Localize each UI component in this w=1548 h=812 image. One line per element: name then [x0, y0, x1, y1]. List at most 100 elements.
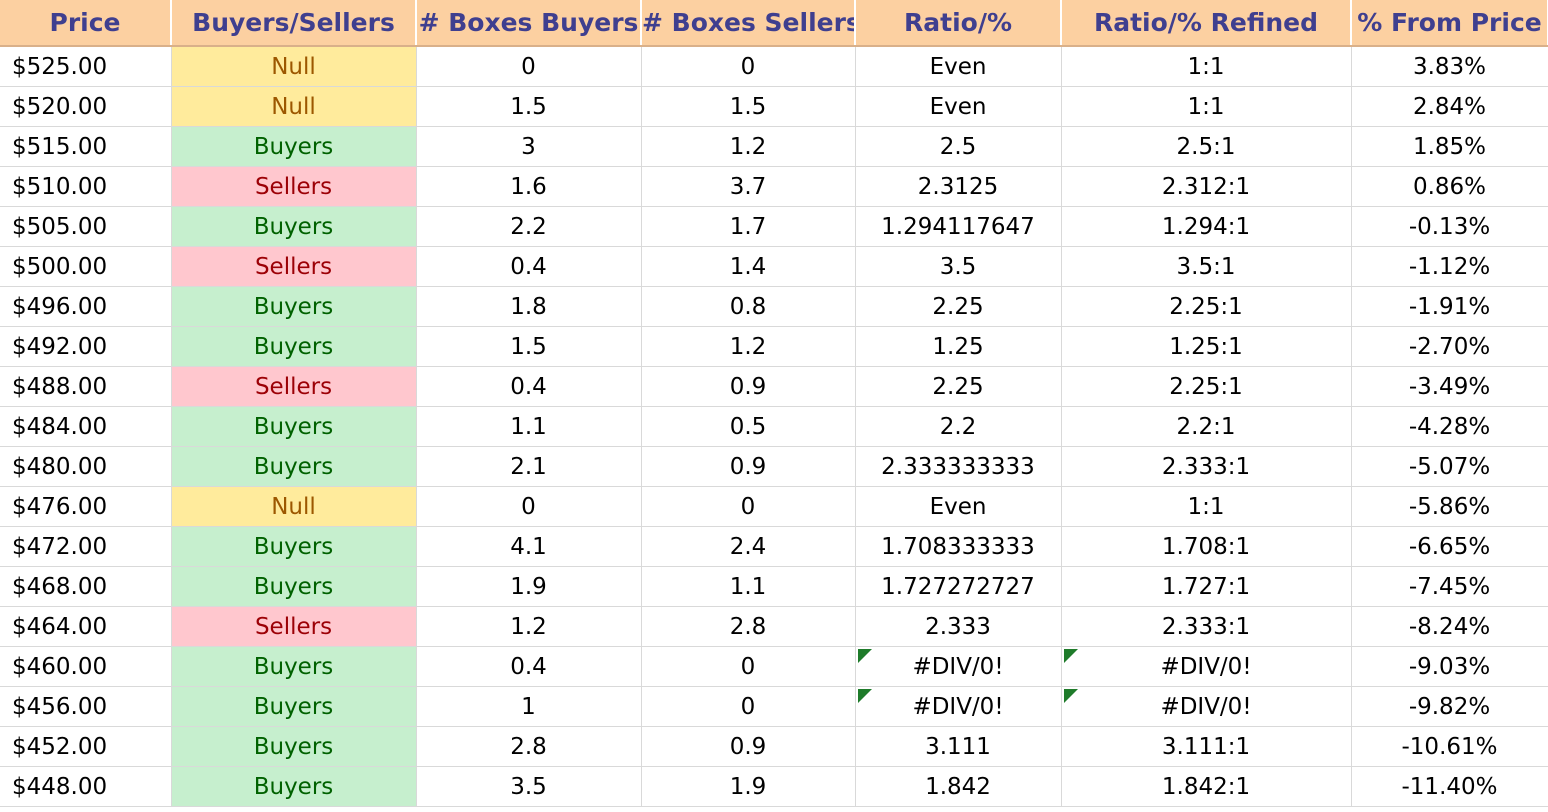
cell-buyers-sellers[interactable]: Buyers [171, 286, 417, 327]
cell-boxes-sellers[interactable]: 0.8 [641, 286, 856, 327]
cell-price[interactable]: $484.00 [0, 406, 172, 447]
cell-buyers-sellers[interactable]: Buyers [171, 326, 417, 367]
cell-price[interactable]: $468.00 [0, 566, 172, 607]
cell-boxes-sellers[interactable]: 0 [641, 486, 856, 527]
cell-ratio[interactable]: 1.842 [855, 766, 1062, 807]
cell-price[interactable]: $460.00 [0, 646, 172, 687]
cell-boxes-sellers[interactable]: 0.5 [641, 406, 856, 447]
header-ratio-refined[interactable]: Ratio/% Refined [1061, 0, 1352, 47]
cell-ratio-refined[interactable]: 2.2:1 [1061, 406, 1352, 447]
cell-ratio-refined[interactable]: 1:1 [1061, 46, 1352, 87]
header-from-price[interactable]: % From Price [1351, 0, 1548, 47]
cell-from-price[interactable]: -4.28% [1351, 406, 1548, 447]
cell-buyers-sellers[interactable]: Null [171, 486, 417, 527]
cell-from-price[interactable]: 2.84% [1351, 86, 1548, 127]
cell-ratio-refined[interactable]: #DIV/0! [1061, 686, 1352, 727]
cell-boxes-buyers[interactable]: 0.4 [416, 246, 642, 287]
cell-ratio[interactable]: 2.25 [855, 366, 1062, 407]
cell-boxes-sellers[interactable]: 0 [641, 46, 856, 87]
cell-ratio[interactable]: 1.727272727 [855, 566, 1062, 607]
cell-boxes-sellers[interactable]: 0.9 [641, 446, 856, 487]
cell-from-price[interactable]: 1.85% [1351, 126, 1548, 167]
cell-ratio-refined[interactable]: 2.333:1 [1061, 446, 1352, 487]
cell-price[interactable]: $476.00 [0, 486, 172, 527]
cell-ratio-refined[interactable]: 2.312:1 [1061, 166, 1352, 207]
cell-buyers-sellers[interactable]: Sellers [171, 606, 417, 647]
cell-ratio-refined[interactable]: 3.111:1 [1061, 726, 1352, 767]
cell-boxes-buyers[interactable]: 0.4 [416, 646, 642, 687]
cell-boxes-buyers[interactable]: 1 [416, 686, 642, 727]
cell-boxes-buyers[interactable]: 1.6 [416, 166, 642, 207]
cell-boxes-buyers[interactable]: 1.5 [416, 326, 642, 367]
cell-ratio-refined[interactable]: 2.5:1 [1061, 126, 1352, 167]
cell-price[interactable]: $515.00 [0, 126, 172, 167]
cell-ratio-refined[interactable]: 1.727:1 [1061, 566, 1352, 607]
cell-price[interactable]: $472.00 [0, 526, 172, 567]
cell-buyers-sellers[interactable]: Buyers [171, 766, 417, 807]
cell-ratio[interactable]: Even [855, 486, 1062, 527]
header-buyers-sellers[interactable]: Buyers/Sellers [171, 0, 417, 47]
cell-boxes-buyers[interactable]: 1.2 [416, 606, 642, 647]
cell-buyers-sellers[interactable]: Null [171, 86, 417, 127]
cell-from-price[interactable]: -3.49% [1351, 366, 1548, 407]
cell-buyers-sellers[interactable]: Sellers [171, 366, 417, 407]
cell-boxes-sellers[interactable]: 1.5 [641, 86, 856, 127]
cell-boxes-buyers[interactable]: 4.1 [416, 526, 642, 567]
cell-from-price[interactable]: -5.86% [1351, 486, 1548, 527]
cell-ratio[interactable]: Even [855, 86, 1062, 127]
cell-boxes-sellers[interactable]: 0 [641, 686, 856, 727]
cell-buyers-sellers[interactable]: Buyers [171, 686, 417, 727]
cell-from-price[interactable]: -11.40% [1351, 766, 1548, 807]
cell-price[interactable]: $480.00 [0, 446, 172, 487]
cell-price[interactable]: $492.00 [0, 326, 172, 367]
cell-buyers-sellers[interactable]: Sellers [171, 246, 417, 287]
cell-price[interactable]: $488.00 [0, 366, 172, 407]
cell-price[interactable]: $496.00 [0, 286, 172, 327]
cell-ratio[interactable]: Even [855, 46, 1062, 87]
cell-price[interactable]: $500.00 [0, 246, 172, 287]
cell-ratio[interactable]: 2.5 [855, 126, 1062, 167]
cell-ratio[interactable]: 2.3125 [855, 166, 1062, 207]
cell-boxes-sellers[interactable]: 1.4 [641, 246, 856, 287]
cell-boxes-sellers[interactable]: 1.7 [641, 206, 856, 247]
cell-buyers-sellers[interactable]: Buyers [171, 406, 417, 447]
cell-from-price[interactable]: -0.13% [1351, 206, 1548, 247]
cell-boxes-sellers[interactable]: 1.2 [641, 326, 856, 367]
cell-boxes-buyers[interactable]: 2.2 [416, 206, 642, 247]
cell-boxes-buyers[interactable]: 2.1 [416, 446, 642, 487]
cell-ratio[interactable]: 1.25 [855, 326, 1062, 367]
cell-buyers-sellers[interactable]: Buyers [171, 726, 417, 767]
cell-ratio[interactable]: 2.25 [855, 286, 1062, 327]
cell-from-price[interactable]: -6.65% [1351, 526, 1548, 567]
cell-buyers-sellers[interactable]: Buyers [171, 646, 417, 687]
cell-price[interactable]: $464.00 [0, 606, 172, 647]
cell-buyers-sellers[interactable]: Buyers [171, 206, 417, 247]
cell-boxes-sellers[interactable]: 0 [641, 646, 856, 687]
cell-ratio-refined[interactable]: 2.25:1 [1061, 286, 1352, 327]
cell-price[interactable]: $510.00 [0, 166, 172, 207]
cell-boxes-sellers[interactable]: 0.9 [641, 366, 856, 407]
cell-ratio[interactable]: 3.111 [855, 726, 1062, 767]
cell-boxes-sellers[interactable]: 3.7 [641, 166, 856, 207]
cell-ratio-refined[interactable]: #DIV/0! [1061, 646, 1352, 687]
cell-ratio-refined[interactable]: 3.5:1 [1061, 246, 1352, 287]
cell-from-price[interactable]: -10.61% [1351, 726, 1548, 767]
cell-buyers-sellers[interactable]: Buyers [171, 526, 417, 567]
cell-ratio[interactable]: 2.333 [855, 606, 1062, 647]
cell-boxes-buyers[interactable]: 1.1 [416, 406, 642, 447]
header-ratio[interactable]: Ratio/% [855, 0, 1062, 47]
cell-ratio[interactable]: 2.2 [855, 406, 1062, 447]
cell-price[interactable]: $448.00 [0, 766, 172, 807]
cell-from-price[interactable]: -1.12% [1351, 246, 1548, 287]
cell-ratio-refined[interactable]: 1:1 [1061, 86, 1352, 127]
cell-ratio-refined[interactable]: 1.294:1 [1061, 206, 1352, 247]
cell-ratio-refined[interactable]: 2.333:1 [1061, 606, 1352, 647]
cell-boxes-buyers[interactable]: 1.5 [416, 86, 642, 127]
cell-buyers-sellers[interactable]: Null [171, 46, 417, 87]
cell-boxes-buyers[interactable]: 0 [416, 46, 642, 87]
cell-boxes-sellers[interactable]: 2.8 [641, 606, 856, 647]
cell-from-price[interactable]: -1.91% [1351, 286, 1548, 327]
cell-ratio-refined[interactable]: 1.708:1 [1061, 526, 1352, 567]
cell-boxes-buyers[interactable]: 1.8 [416, 286, 642, 327]
cell-from-price[interactable]: -5.07% [1351, 446, 1548, 487]
